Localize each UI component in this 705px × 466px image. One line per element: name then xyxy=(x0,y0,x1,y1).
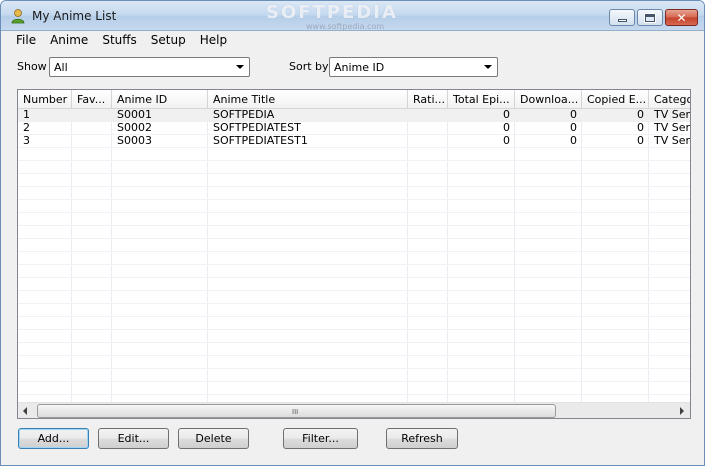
column-header-total-episodes[interactable]: Total Epi... xyxy=(448,90,515,109)
list-body: 1 S0001 SOFTPEDIA 0 0 0 TV Seri 2 S0002 … xyxy=(18,109,691,402)
table-row[interactable]: 3 S0003 SOFTPEDIATEST1 0 0 0 TV Seri xyxy=(18,135,691,148)
cell-anime-title: SOFTPEDIATEST xyxy=(213,122,301,134)
sort-by-select-value: Anime ID xyxy=(334,61,385,74)
add-button[interactable]: Add... xyxy=(18,428,89,449)
column-header-copied-episodes[interactable]: Copied E... xyxy=(582,90,649,109)
grid-line xyxy=(18,148,690,161)
cell-category: TV Seri xyxy=(654,135,691,147)
sort-by-select[interactable]: Anime ID xyxy=(329,57,498,77)
grid-line xyxy=(18,278,690,291)
cell-anime-id: S0002 xyxy=(117,122,152,134)
cell-favorite xyxy=(72,109,112,122)
menu-bar: File Anime Stuffs Setup Help xyxy=(1,31,704,48)
column-header-downloaded[interactable]: Downloa... xyxy=(515,90,582,109)
grid-line xyxy=(18,395,690,402)
edit-button[interactable]: Edit... xyxy=(98,428,169,449)
window-title: My Anime List xyxy=(32,9,117,23)
grid-line xyxy=(18,265,690,278)
refresh-button[interactable]: Refresh xyxy=(386,428,458,449)
menu-stuffs[interactable]: Stuffs xyxy=(95,33,143,47)
column-header-category[interactable]: Catego xyxy=(649,90,690,109)
grid-line xyxy=(18,343,690,356)
scroll-right-icon[interactable] xyxy=(680,407,684,415)
cell-copied-episodes: 0 xyxy=(637,135,644,147)
cell-favorite xyxy=(72,135,112,148)
cell-copied-episodes: 0 xyxy=(637,109,644,121)
user-icon xyxy=(11,9,25,24)
cell-total-episodes: 0 xyxy=(503,122,510,134)
grid-line xyxy=(18,330,690,343)
show-label: Show xyxy=(17,60,47,73)
cell-downloaded: 0 xyxy=(570,135,577,147)
maximize-icon xyxy=(644,12,656,23)
column-header-rating[interactable]: Rati... xyxy=(408,90,448,109)
cell-number: 2 xyxy=(23,122,30,134)
grid-line xyxy=(18,187,690,200)
grid-line xyxy=(18,213,690,226)
grid-line xyxy=(18,200,690,213)
chevron-down-icon xyxy=(484,65,492,69)
close-button[interactable]: ✕ xyxy=(665,9,698,26)
maximize-button[interactable] xyxy=(637,9,663,26)
column-header-anime-id[interactable]: Anime ID xyxy=(112,90,208,109)
cell-rating xyxy=(408,135,448,148)
cell-favorite xyxy=(72,122,112,135)
grid-line xyxy=(18,239,690,252)
cell-anime-title: SOFTPEDIATEST1 xyxy=(213,135,308,147)
grid-line xyxy=(18,317,690,330)
cell-rating xyxy=(408,122,448,135)
grid-line xyxy=(18,382,690,395)
menu-file[interactable]: File xyxy=(9,33,43,47)
softpedia-watermark-url: www.softpedia.com xyxy=(306,22,385,31)
show-select[interactable]: All xyxy=(49,57,250,77)
menu-setup[interactable]: Setup xyxy=(144,33,193,47)
softpedia-watermark: SOFTPEDIA xyxy=(266,2,398,23)
title-bar[interactable]: My Anime List SOFTPEDIA www.softpedia.co… xyxy=(1,1,704,31)
minimize-button[interactable] xyxy=(609,9,635,26)
grip-icon: III xyxy=(292,408,299,416)
cell-rating xyxy=(408,109,448,122)
cell-copied-episodes: 0 xyxy=(637,122,644,134)
grid-line xyxy=(18,226,690,239)
table-row[interactable]: 2 S0002 SOFTPEDIATEST 0 0 0 TV Seri xyxy=(18,122,691,135)
chevron-down-icon xyxy=(236,65,244,69)
scrollbar-thumb[interactable]: III xyxy=(37,404,556,418)
cell-number: 3 xyxy=(23,135,30,147)
grid-line xyxy=(18,369,690,382)
filter-button[interactable]: Filter... xyxy=(283,428,358,449)
anime-list-view[interactable]: Number Fav... Anime ID Anime Title Rati.… xyxy=(17,89,691,419)
horizontal-scrollbar[interactable]: III xyxy=(18,402,690,418)
menu-anime[interactable]: Anime xyxy=(43,33,95,47)
cell-anime-id: S0003 xyxy=(117,135,152,147)
cell-category: TV Seri xyxy=(654,109,691,121)
cell-downloaded: 0 xyxy=(570,122,577,134)
grid-line xyxy=(18,252,690,265)
cell-number: 1 xyxy=(23,109,30,121)
grid-line xyxy=(18,356,690,369)
main-window: My Anime List SOFTPEDIA www.softpedia.co… xyxy=(0,0,705,466)
grid-line xyxy=(18,291,690,304)
close-icon: ✕ xyxy=(676,10,687,25)
grid-line xyxy=(18,161,690,174)
cell-anime-title: SOFTPEDIA xyxy=(213,109,275,121)
list-header: Number Fav... Anime ID Anime Title Rati.… xyxy=(18,90,690,109)
cell-total-episodes: 0 xyxy=(503,109,510,121)
grid-line xyxy=(18,304,690,317)
table-row[interactable]: 1 S0001 SOFTPEDIA 0 0 0 TV Seri xyxy=(18,109,691,122)
minimize-icon xyxy=(617,19,627,22)
menu-help[interactable]: Help xyxy=(193,33,234,47)
delete-button[interactable]: Delete xyxy=(178,428,249,449)
column-header-favorite[interactable]: Fav... xyxy=(72,90,112,109)
show-select-value: All xyxy=(54,61,68,74)
sort-by-label: Sort by xyxy=(289,60,329,73)
column-header-number[interactable]: Number xyxy=(18,90,72,109)
grid-line xyxy=(18,174,690,187)
cell-total-episodes: 0 xyxy=(503,135,510,147)
cell-anime-id: S0001 xyxy=(117,109,152,121)
column-header-anime-title[interactable]: Anime Title xyxy=(208,90,408,109)
cell-downloaded: 0 xyxy=(570,109,577,121)
scroll-left-icon[interactable] xyxy=(23,407,27,415)
cell-category: TV Seri xyxy=(654,122,691,134)
